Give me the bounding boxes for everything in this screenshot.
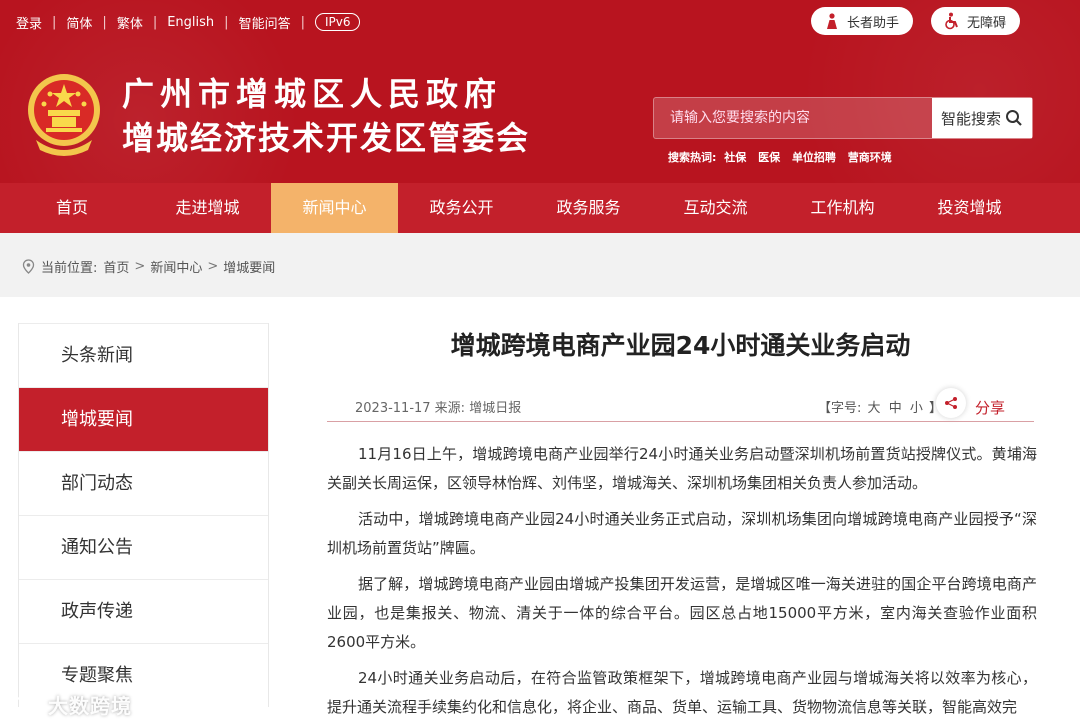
nav-government-services[interactable]: 政务服务 bbox=[525, 183, 652, 233]
divider: | bbox=[300, 14, 305, 30]
elder-assistant-label: 长者助手 bbox=[847, 15, 900, 31]
nav-agencies[interactable]: 工作机构 bbox=[779, 183, 906, 233]
article-meta-divider bbox=[327, 421, 1034, 422]
breadcrumb: 当前位置: 首页 > 新闻中心 > 增城要闻 bbox=[22, 257, 275, 276]
breadcrumb-separator: > bbox=[207, 259, 219, 274]
nav-interaction[interactable]: 互动交流 bbox=[652, 183, 779, 233]
share-button[interactable] bbox=[936, 388, 966, 418]
traditional-chinese-link[interactable]: 繁体 bbox=[117, 13, 143, 32]
main-nav: 首页 走进增城 新闻中心 政务公开 政务服务 互动交流 工作机构 投资增城 bbox=[0, 183, 1080, 233]
sidebar-item-government-voice[interactable]: 政声传递 bbox=[19, 579, 268, 643]
accessibility-label: 无障碍 bbox=[967, 15, 1007, 31]
sidebar-item-notices[interactable]: 通知公告 bbox=[19, 515, 268, 579]
hot-word-medical-insurance[interactable]: 医保 bbox=[758, 151, 780, 164]
nav-invest-zengcheng[interactable]: 投资增城 bbox=[906, 183, 1033, 233]
divider: | bbox=[52, 14, 57, 30]
breadcrumb-separator: > bbox=[134, 259, 146, 274]
search-input[interactable] bbox=[654, 98, 932, 138]
sidebar-item-department-news[interactable]: 部门动态 bbox=[19, 451, 268, 515]
breadcrumb-label: 当前位置: bbox=[41, 261, 98, 276]
sidebar: 头条新闻 增城要闻 部门动态 通知公告 政声传递 专题聚焦 bbox=[18, 323, 269, 707]
divider: | bbox=[102, 14, 107, 30]
elder-assistant-button[interactable]: 长者助手 bbox=[811, 7, 914, 35]
location-pin-icon bbox=[22, 259, 35, 274]
search-icon bbox=[1006, 110, 1022, 126]
wheelchair-icon bbox=[943, 12, 961, 30]
nav-government-affairs-open[interactable]: 政务公开 bbox=[398, 183, 525, 233]
article-paragraph: 11月16日上午，增城跨境电商产业园举行24小时通关业务启动暨深圳机场前置货站授… bbox=[327, 445, 1037, 492]
accessibility-button[interactable]: 无障碍 bbox=[931, 7, 1021, 35]
article-paragraph: 24小时通关业务启动后，在符合监管政策框架下，增城跨境电商产业园与增城海关将以效… bbox=[327, 669, 1037, 716]
sidebar-item-zengcheng-news[interactable]: 增城要闻 bbox=[19, 387, 268, 451]
site-title-line1: 广州市增城区人民政府 bbox=[122, 75, 503, 113]
divider: | bbox=[152, 14, 158, 30]
article-paragraph: 据了解，增城跨境电商产业园由增城产投集团开发运营，是增城区唯一海关进驻的国企平台… bbox=[327, 575, 1037, 651]
sidebar-item-headline-news[interactable]: 头条新闻 bbox=[19, 323, 268, 387]
watermark-logo-icon bbox=[12, 696, 41, 713]
elder-icon bbox=[823, 12, 841, 30]
breadcrumb-zengcheng-news[interactable]: 增城要闻 bbox=[223, 257, 275, 276]
font-size-large-button[interactable]: 大 bbox=[868, 401, 881, 416]
english-link[interactable]: English bbox=[167, 15, 214, 30]
breadcrumb-band: 当前位置: 首页 > 新闻中心 > 增城要闻 bbox=[0, 233, 1080, 297]
national-emblem-logo bbox=[22, 70, 106, 158]
article-meta: 2023-11-17 来源: 增城日报 bbox=[355, 401, 522, 416]
nav-about-zengcheng[interactable]: 走进增城 bbox=[144, 183, 271, 233]
article-body: 11月16日上午，增城跨境电商产业园举行24小时通关业务启动暨深圳机场前置货站授… bbox=[327, 440, 1037, 727]
login-link[interactable]: 登录 bbox=[16, 13, 42, 32]
hot-word-recruitment[interactable]: 单位招聘 bbox=[792, 151, 836, 164]
nav-news-center[interactable]: 新闻中心 bbox=[271, 183, 398, 233]
smart-search-label: 智能搜索 bbox=[940, 109, 1001, 128]
watermark-text: 大数跨境 bbox=[48, 694, 132, 718]
font-size-label: 【字号: bbox=[818, 401, 862, 416]
font-size-medium-button[interactable]: 中 bbox=[889, 401, 902, 416]
font-size-small-button[interactable]: 小 bbox=[910, 401, 923, 416]
watermark: 大数跨境 bbox=[12, 690, 132, 719]
simplified-chinese-link[interactable]: 简体 bbox=[66, 13, 92, 32]
hot-word-business-environment[interactable]: 营商环境 bbox=[848, 151, 892, 164]
smart-qa-link[interactable]: 智能问答 bbox=[239, 13, 291, 32]
share-label[interactable]: 分享 bbox=[975, 397, 1005, 418]
nav-home[interactable]: 首页 bbox=[0, 183, 144, 233]
divider: | bbox=[224, 14, 229, 30]
search-box: 智能搜索 bbox=[653, 97, 1033, 139]
ipv6-badge[interactable]: IPv6 bbox=[314, 13, 361, 31]
hot-search-words: 搜索热词: 社保 医保 单位招聘 营商环境 bbox=[668, 149, 900, 165]
article-title: 增城跨境电商产业园24小时通关业务启动 bbox=[450, 331, 911, 360]
site-title-line2: 增城经济技术开发区管委会 bbox=[122, 119, 531, 157]
breadcrumb-news-center[interactable]: 新闻中心 bbox=[150, 257, 202, 276]
top-links-bar: 登录 | 简体 | 繁体 | English | 智能问答 | IPv6 bbox=[16, 12, 361, 32]
site-header: 登录 | 简体 | 繁体 | English | 智能问答 | IPv6 长者助… bbox=[0, 0, 1080, 183]
font-size-controls: 【字号: 大 中 小 】 bbox=[818, 397, 942, 416]
breadcrumb-home[interactable]: 首页 bbox=[103, 257, 129, 276]
hot-search-label: 搜索热词: bbox=[668, 151, 717, 164]
hot-word-social-security[interactable]: 社保 bbox=[724, 151, 746, 164]
share-icon bbox=[945, 397, 957, 409]
smart-search-button[interactable]: 智能搜索 bbox=[932, 98, 1032, 138]
article-paragraph: 活动中，增城跨境电商产业园24小时通关业务正式启动，深圳机场集团向增城跨境电商产… bbox=[327, 510, 1037, 557]
site-title: 广州市增城区人民政府 增城经济技术开发区管委会 bbox=[122, 72, 530, 160]
